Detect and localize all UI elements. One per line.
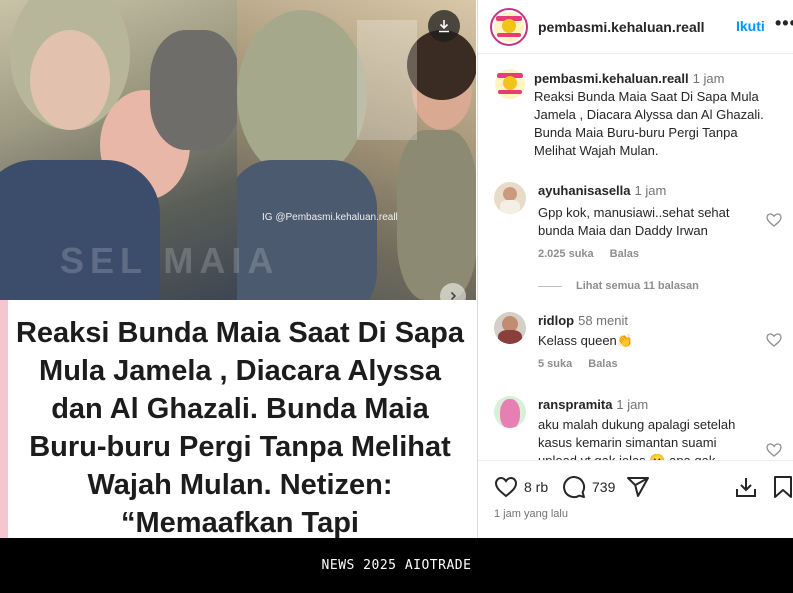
likes-count[interactable]: 8 rb [524, 479, 548, 495]
comment-likes[interactable]: 2.025 suka [538, 248, 594, 260]
reply-button[interactable]: Balas [610, 248, 639, 260]
comment-avatar[interactable] [494, 182, 526, 214]
photo-watermark: IG @Pembasmi.kehaluan.reall [262, 212, 398, 223]
comment-time: 1 jam [616, 397, 649, 412]
replies-divider [538, 285, 562, 287]
download-post-button[interactable] [734, 475, 758, 499]
more-options-button[interactable]: ••• [775, 13, 793, 34]
post-caption: pembasmi.kehaluan.reall 1 jam Reaksi Bund… [534, 70, 782, 160]
like-button[interactable]: 8 rb [494, 475, 548, 499]
comment-username[interactable]: ayuhanisasella [538, 183, 631, 198]
accent-bar [0, 300, 8, 538]
tray-download-icon [736, 478, 756, 497]
comment-like-icon[interactable] [766, 332, 782, 348]
caption-text: Reaksi Bunda Maia Saat Di Sapa Mula Jame… [534, 89, 764, 158]
view-replies-label[interactable]: Lihat semua 11 balasan [576, 280, 699, 292]
comment-time: 1 jam [634, 183, 667, 198]
caption-username[interactable]: pembasmi.kehaluan.reall [534, 71, 689, 86]
view-replies-button[interactable]: Lihat semua 11 balasan [538, 280, 699, 292]
comment-text: Kelass queen👏 [538, 333, 633, 348]
post-photo: SEL MAIA IG @Pembasmi.kehaluan.reall [0, 0, 476, 300]
heart-icon [494, 476, 518, 498]
caption-avatar[interactable] [494, 68, 526, 100]
save-button[interactable] [772, 475, 793, 499]
comment-text: aku malah dukung apalagi setelah kasus k… [538, 417, 736, 460]
comment-avatar[interactable] [494, 312, 526, 344]
comment-username[interactable]: ridlop [538, 313, 574, 328]
post-media[interactable]: SEL MAIA IG @Pembasmi.kehaluan.reall Rea… [0, 0, 476, 538]
comment-text: Gpp kok, manusiawi..sehat sehat bunda Ma… [538, 205, 730, 238]
headline-area: Reaksi Bunda Maia Saat Di Sapa Mula Jame… [0, 300, 476, 538]
photo-watermark-faded: SEL MAIA [60, 240, 280, 281]
send-icon [627, 477, 649, 497]
account-avatar[interactable] [490, 8, 528, 46]
footer-banner: NEWS 2025 AIOTRADE [0, 538, 793, 593]
banner-text: NEWS 2025 AIOTRADE [321, 558, 472, 573]
comment-avatar[interactable] [494, 396, 526, 428]
comment-time: 58 menit [578, 313, 628, 328]
comment-button[interactable]: 739 [562, 475, 615, 499]
comment-icon [563, 476, 586, 499]
comment-like-icon[interactable] [766, 442, 782, 458]
comment-username[interactable]: ranspramita [538, 397, 612, 412]
comment-meta: 5 suka Balas [538, 358, 758, 370]
comments-count: 739 [592, 479, 616, 495]
reply-button[interactable]: Balas [588, 358, 617, 370]
account-username[interactable]: pembasmi.kehaluan.reall [538, 19, 705, 35]
comments-list[interactable]: pembasmi.kehaluan.reall 1 jam Reaksi Bund… [478, 54, 793, 460]
follow-button[interactable]: Ikuti [736, 18, 765, 34]
download-icon [439, 20, 449, 33]
post-headline: Reaksi Bunda Maia Saat Di Sapa Mula Jame… [15, 317, 465, 538]
bookmark-icon [774, 476, 792, 498]
caption-time: 1 jam [692, 71, 725, 86]
posted-time[interactable]: 1 jam yang lalu [494, 508, 568, 520]
comment-meta: 2.025 suka Balas [538, 248, 758, 260]
chevron-right-icon [450, 291, 457, 300]
post-side-panel: pembasmi.kehaluan.reall Ikuti ••• pembas… [477, 0, 793, 538]
comment-likes[interactable]: 5 suka [538, 358, 572, 370]
post-actions: 8 rb 739 1 jam yang lalu [478, 460, 793, 538]
comment-like-icon[interactable] [766, 212, 782, 228]
post-header: pembasmi.kehaluan.reall Ikuti ••• [478, 0, 793, 54]
download-button[interactable] [428, 10, 460, 42]
share-button[interactable] [626, 475, 650, 499]
